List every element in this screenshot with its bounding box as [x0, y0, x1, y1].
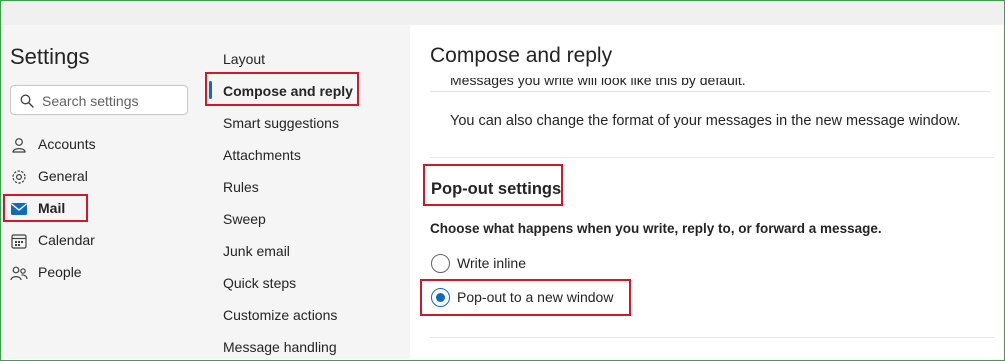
default-format-text: Messages you write will look like this b… [450, 78, 746, 91]
nav-label: General [38, 168, 88, 184]
search-placeholder: Search settings [42, 93, 139, 109]
nav-label: People [38, 264, 82, 280]
settings-sidebar [1, 25, 208, 359]
popout-description: Choose what happens when you write, repl… [430, 221, 882, 236]
format-info-text: You can also change the format of your m… [450, 113, 961, 129]
nav-label: Accounts [38, 136, 96, 152]
section-divider [430, 157, 994, 158]
menu-layout[interactable]: Layout [223, 51, 265, 67]
calendar-icon [11, 234, 27, 249]
top-strip [1, 1, 1004, 25]
menu-smart-suggestions[interactable]: Smart suggestions [223, 115, 339, 131]
write-inline-label[interactable]: Write inline [457, 255, 526, 271]
person-icon [12, 138, 26, 153]
search-icon [20, 94, 34, 108]
gear-icon [12, 170, 26, 184]
menu-sweep[interactable]: Sweep [223, 211, 266, 227]
popout-heading-highlight-box [423, 164, 563, 206]
page-title: Compose and reply [430, 44, 613, 67]
menu-quick-steps[interactable]: Quick steps [223, 275, 296, 291]
write-inline-radio[interactable] [431, 254, 450, 273]
menu-junk-email[interactable]: Junk email [223, 243, 290, 259]
search-settings-input[interactable]: Search settings [10, 85, 188, 115]
default-format-label: Messages you write will look like this b… [450, 78, 746, 88]
section-divider-bottom [430, 337, 994, 338]
settings-title: Settings [10, 44, 90, 69]
popout-option-highlight-box [420, 279, 631, 316]
scroll-cut-line [430, 91, 990, 92]
people-icon [10, 266, 28, 281]
mail-highlight-box [3, 194, 88, 222]
nav-label: Calendar [38, 232, 95, 248]
compose-highlight-box [205, 72, 359, 106]
menu-customize-actions[interactable]: Customize actions [223, 307, 337, 323]
menu-message-handling[interactable]: Message handling [223, 339, 337, 355]
menu-attachments[interactable]: Attachments [223, 147, 301, 163]
menu-rules[interactable]: Rules [223, 179, 259, 195]
